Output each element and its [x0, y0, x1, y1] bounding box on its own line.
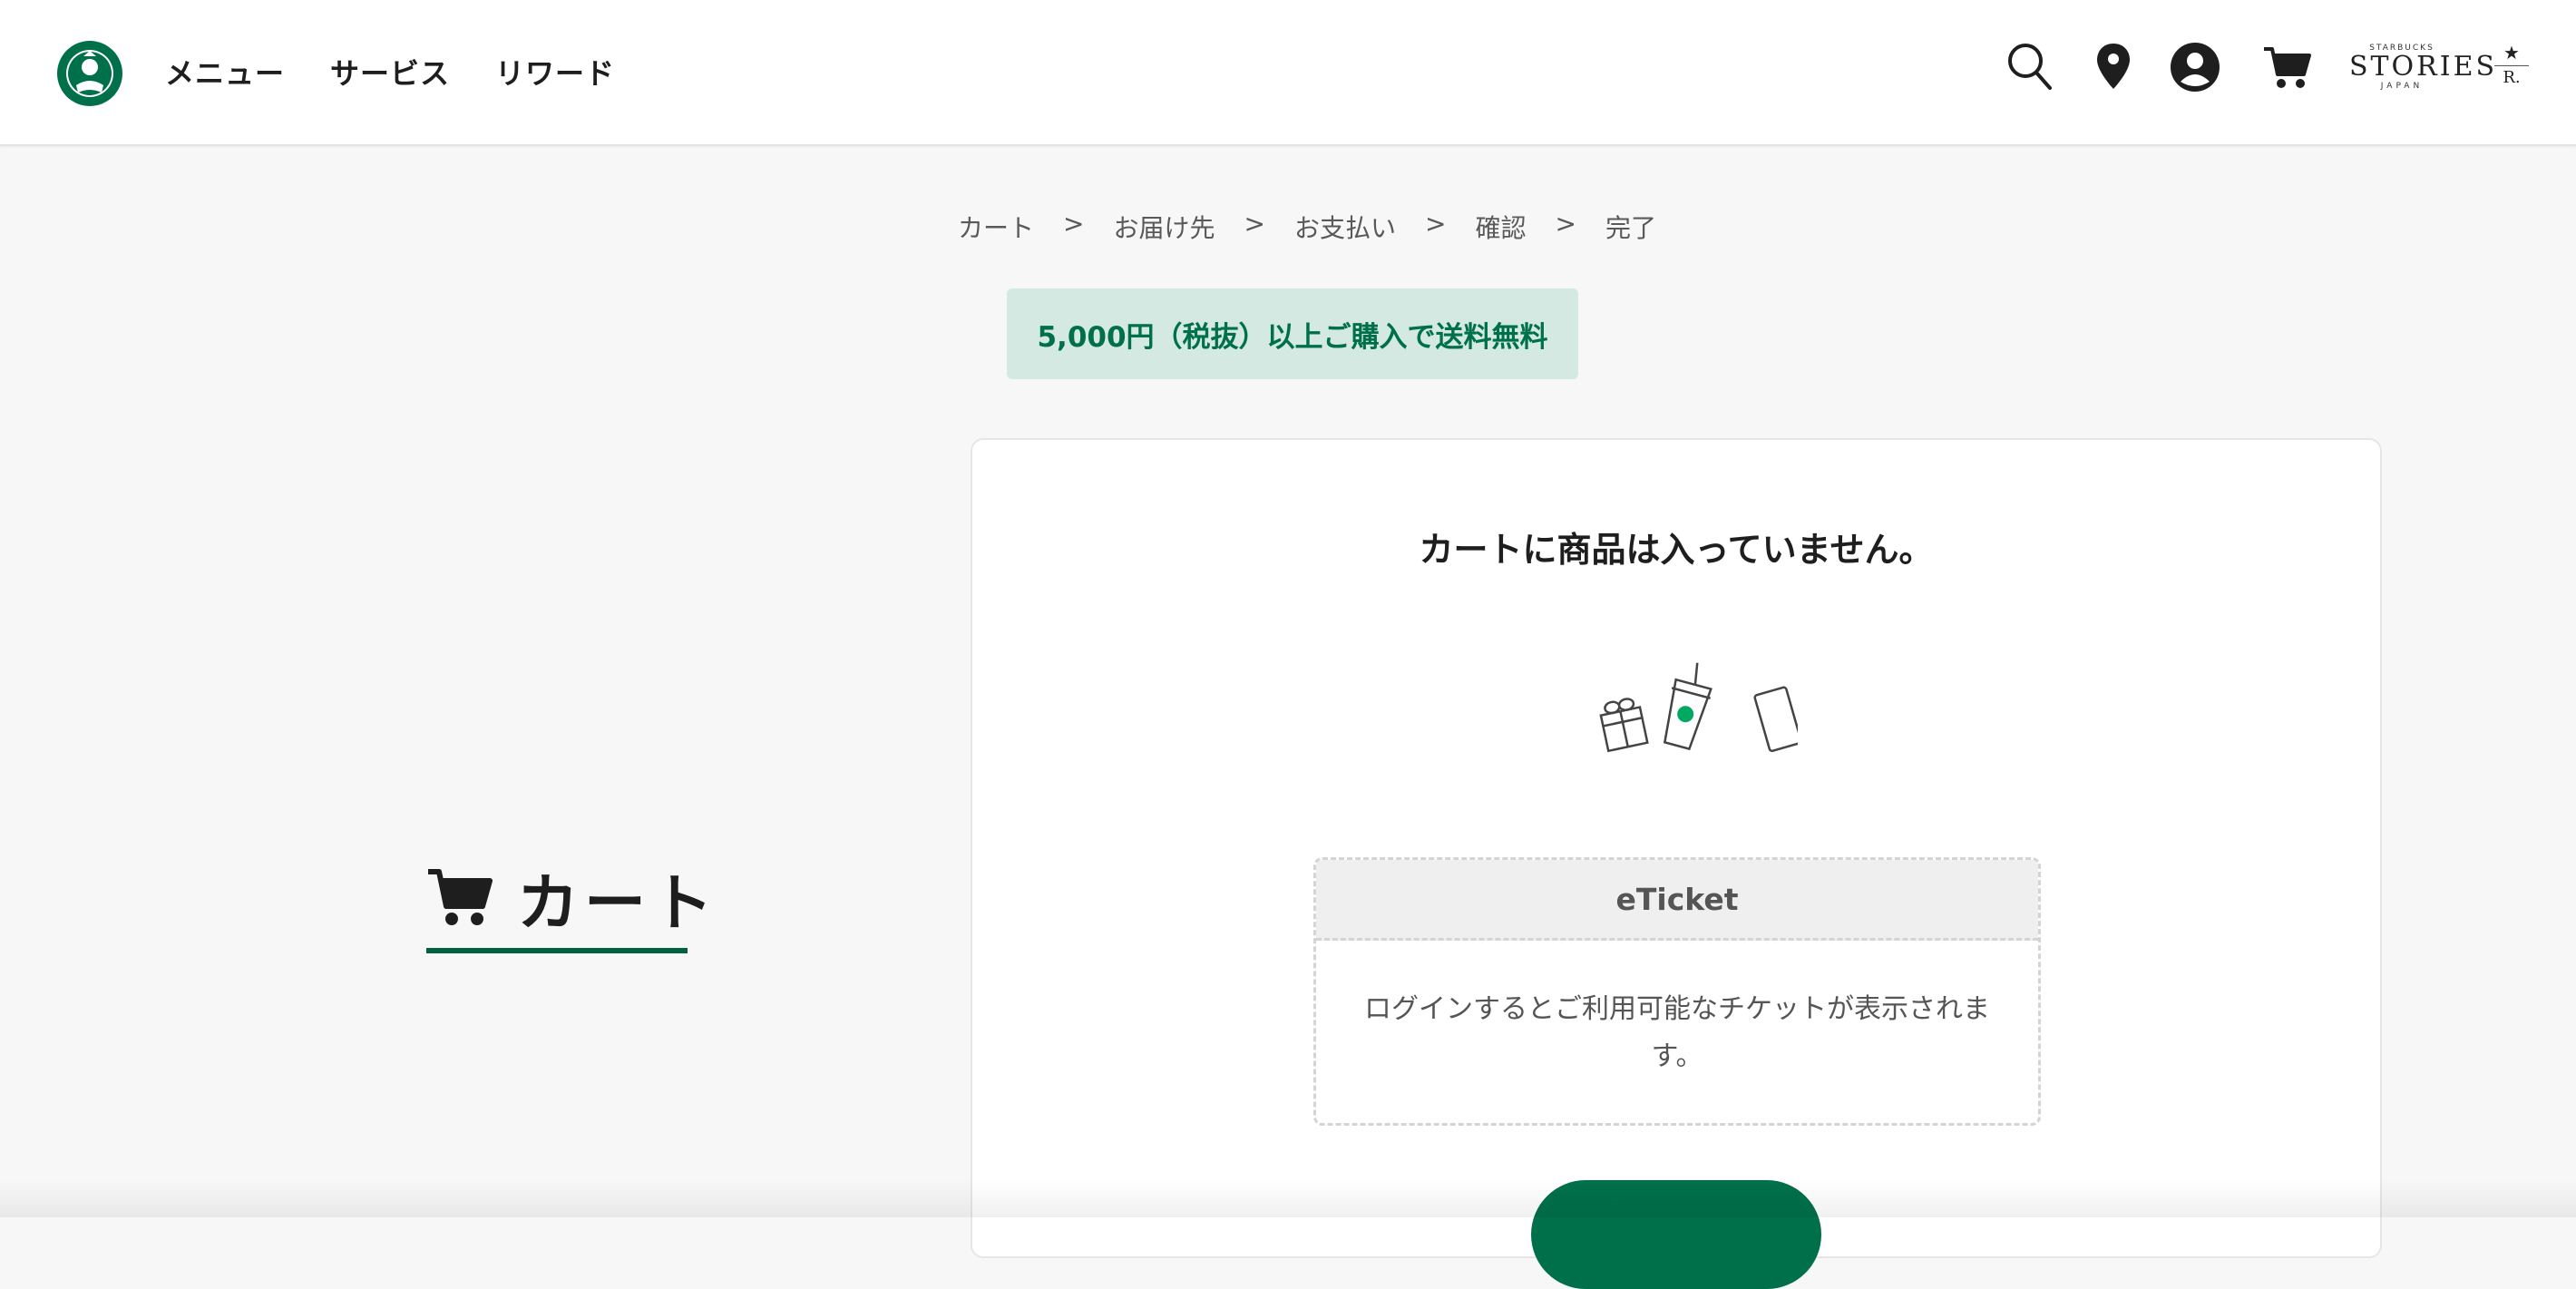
page-title: カート — [426, 853, 718, 942]
free-shipping-text: 5,000円（税抜）以上ご購入で送料無料 — [1037, 320, 1548, 354]
stories-logo-main: STORIES — [2349, 51, 2498, 83]
reserve-divider — [2494, 65, 2529, 66]
step-separator: > — [1555, 209, 1576, 239]
eticket-message: ログインするとご利用可能なチケットが表示されます。 — [1364, 993, 1990, 1072]
site-header: メニュー サービス リワード STARBUCKS STORIES JAPAN ★… — [0, 0, 2576, 146]
location-pin-icon[interactable] — [2095, 42, 2132, 93]
empty-cart-message: カートに商品は入っていません。 — [1419, 530, 1934, 570]
step-confirm: 確認 — [1475, 213, 1527, 243]
step-complete: 完了 — [1605, 213, 1656, 243]
main-nav: メニュー サービス リワード — [165, 51, 615, 93]
account-icon[interactable] — [2170, 42, 2220, 93]
step-separator: > — [1424, 209, 1447, 239]
step-payment: お支払い — [1293, 213, 1396, 243]
reserve-star-icon: ★ — [2503, 42, 2520, 63]
search-icon[interactable] — [2006, 42, 2054, 93]
nav-menu[interactable]: メニュー — [165, 51, 285, 93]
primary-action-button[interactable] — [1531, 1180, 1821, 1289]
gift-icon — [1599, 698, 1649, 753]
nav-rewards[interactable]: リワード — [495, 51, 615, 93]
starbucks-logo[interactable] — [56, 40, 123, 107]
cart-icon — [428, 868, 493, 925]
page-title-underline — [426, 948, 688, 953]
stories-japan-link[interactable]: STARBUCKS STORIES JAPAN — [2349, 44, 2498, 91]
page-title-text: カート — [517, 868, 719, 940]
empty-cart-illustration — [1599, 662, 1798, 753]
reserve-link[interactable]: ★ R. — [2493, 44, 2531, 87]
card-icon — [1753, 686, 1798, 753]
step-separator: > — [1063, 209, 1085, 239]
cart-icon[interactable] — [2262, 42, 2313, 93]
nav-services[interactable]: サービス — [330, 51, 450, 93]
checkout-steps: カート > お届け先 > お支払い > 確認 > 完了 — [958, 209, 1656, 245]
cart-card: カートに商品は入っていません。 eTicket ログインするとご利用可能なチケッ… — [971, 438, 2382, 1289]
stories-logo-bottom: JAPAN — [2380, 82, 2424, 91]
free-shipping-banner: 5,000円（税抜）以上ご購入で送料無料 — [1007, 288, 1578, 379]
step-shipping: お届け先 — [1113, 213, 1215, 243]
eticket-title: eTicket — [1316, 860, 2038, 941]
step-separator: > — [1244, 209, 1265, 239]
eticket-box: eTicket ログインするとご利用可能なチケットが表示されます。 — [1313, 857, 2041, 1126]
reserve-letter: R. — [2503, 68, 2521, 87]
cup-icon — [1663, 662, 1712, 751]
step-cart: カート — [958, 213, 1035, 243]
